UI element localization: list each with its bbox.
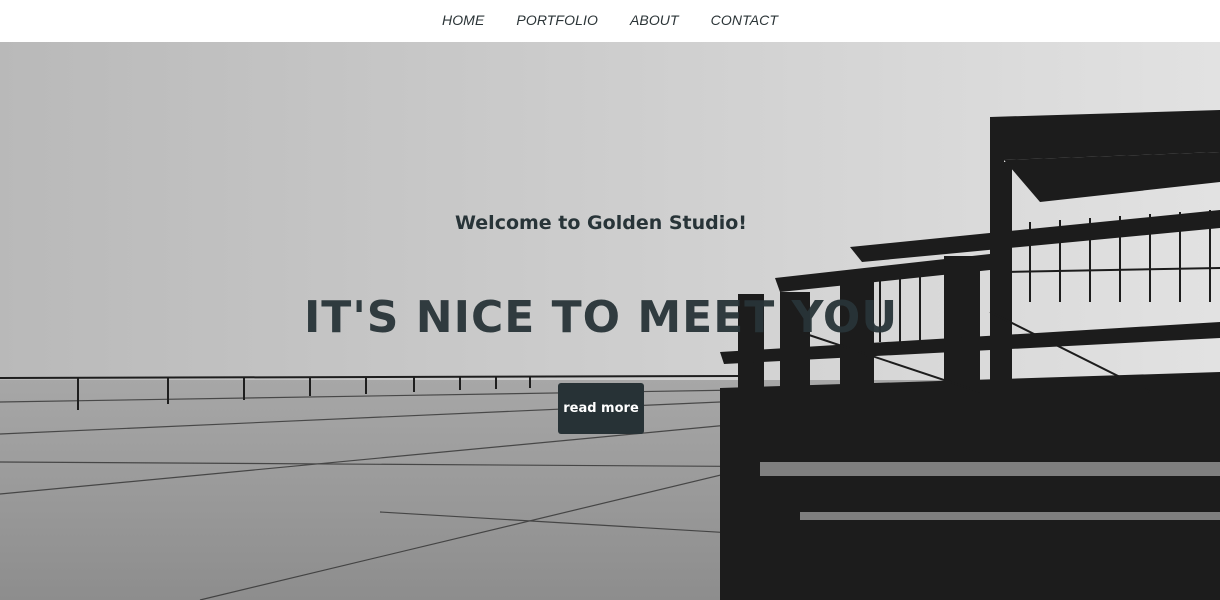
- nav-item-portfolio: PORTFOLIO: [500, 12, 614, 30]
- nav-item-contact: CONTACT: [695, 12, 794, 30]
- nav-link-about[interactable]: ABOUT: [630, 12, 679, 28]
- nav-link-home[interactable]: HOME: [442, 12, 484, 28]
- top-navbar: HOME PORTFOLIO ABOUT CONTACT: [0, 0, 1220, 42]
- read-more-button[interactable]: read more: [558, 383, 644, 434]
- hero-headline: IT'S NICE TO MEET YOU: [303, 292, 899, 343]
- hero-section: Welcome to Golden Studio! IT'S NICE TO M…: [0, 42, 1220, 600]
- welcome-heading: Welcome to Golden Studio!: [455, 212, 747, 234]
- nav-item-home: HOME: [426, 12, 500, 30]
- nav-item-about: ABOUT: [614, 12, 695, 30]
- nav-link-portfolio[interactable]: PORTFOLIO: [516, 12, 598, 28]
- nav-link-contact[interactable]: CONTACT: [711, 12, 778, 28]
- nav-list: HOME PORTFOLIO ABOUT CONTACT: [426, 12, 794, 30]
